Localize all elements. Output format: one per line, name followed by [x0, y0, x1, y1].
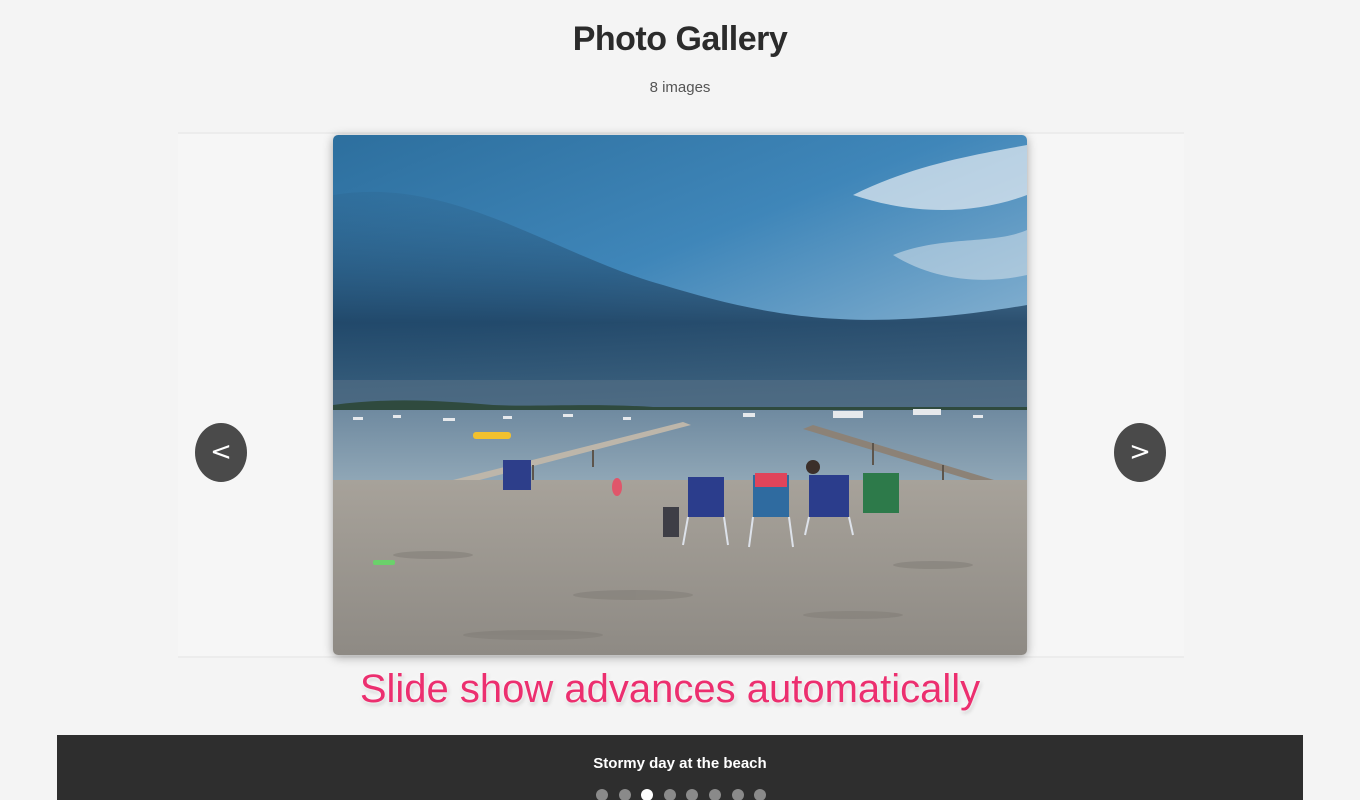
slide-caption: Stormy day at the beach — [593, 755, 767, 772]
slide-dot[interactable] — [618, 789, 631, 800]
page-title: Photo Gallery — [572, 20, 788, 58]
slide-dot[interactable] — [731, 789, 744, 800]
slide-dot[interactable] — [663, 789, 676, 800]
slide-indicator-dots — [596, 789, 777, 800]
slide-dot[interactable] — [754, 789, 767, 800]
caption-bar: Stormy day at the beach — [57, 735, 1303, 800]
slide-image — [333, 135, 1027, 655]
previous-slide-button[interactable]: < — [195, 423, 247, 482]
annotation-text: Slide show advances automatically — [359, 667, 981, 711]
slide-dot[interactable] — [641, 789, 654, 800]
beach-photo — [333, 135, 1027, 655]
slide-dot[interactable] — [708, 789, 721, 800]
gallery-page: Photo Gallery 8 images < > Slide show ad… — [0, 0, 1360, 800]
image-count: 8 images — [649, 79, 711, 96]
slide-dot[interactable] — [686, 789, 699, 800]
slide-dot[interactable] — [596, 789, 608, 800]
next-slide-button[interactable]: > — [1114, 423, 1166, 482]
